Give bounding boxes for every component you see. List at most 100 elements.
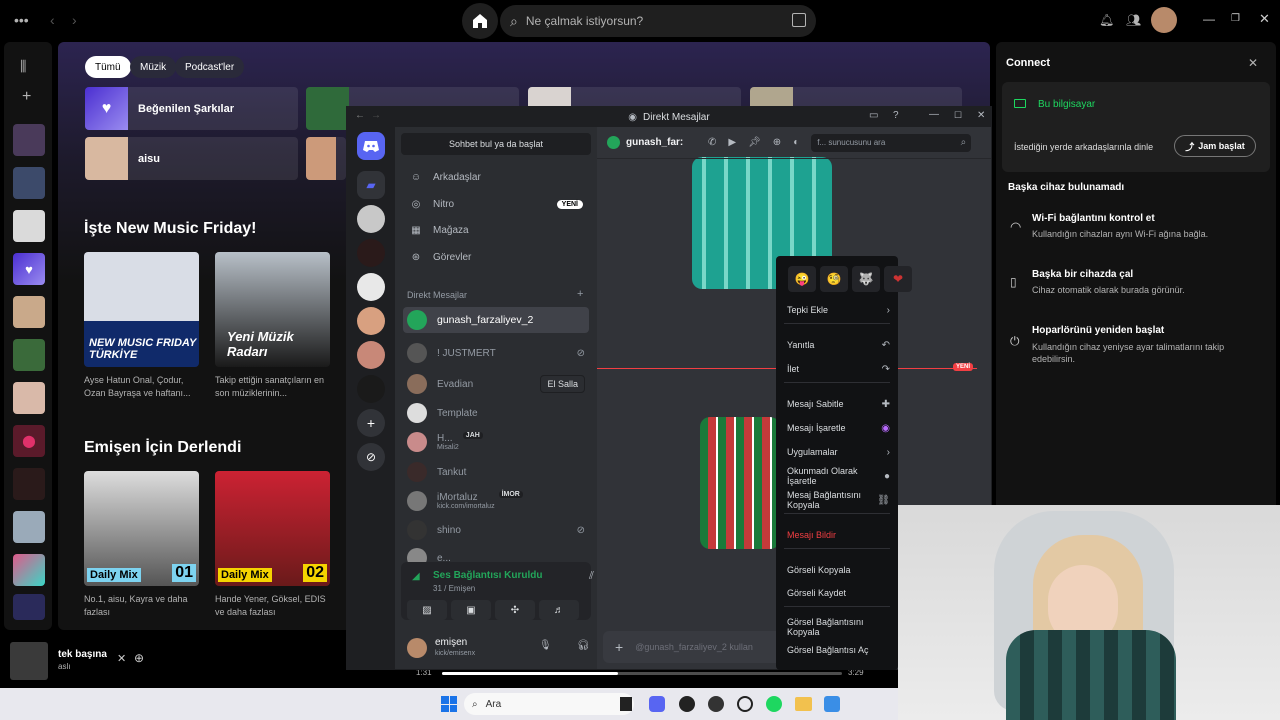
playlist-card[interactable]: NEW MUSIC FRIDAY TÜRKİYE Ayse Hatun Onal…: [84, 252, 199, 400]
dm-item[interactable]: iMortaluz kick.com/imortaluz İMOR: [403, 488, 589, 514]
folder-icon[interactable]: ▰: [357, 171, 385, 199]
server-icon[interactable]: [357, 375, 385, 403]
microphone-icon[interactable]: 🎙︎: [539, 640, 552, 651]
chat-user-name[interactable]: gunash_far:: [626, 137, 698, 148]
library-item[interactable]: [13, 296, 45, 328]
server-search-input[interactable]: f... sunucusunu ara ⌕: [811, 133, 972, 152]
soundboard-button[interactable]: ♬: [539, 600, 579, 620]
folder-icon[interactable]: [795, 697, 812, 711]
playlist-card[interactable]: Yeni Müzik Radarı Takip ettiğin sanatçıl…: [215, 252, 330, 400]
menu-item[interactable]: Görsel Bağlantısı Aç: [787, 641, 890, 659]
library-item[interactable]: [13, 382, 45, 414]
nav-nitro[interactable]: ◎ Nitro YENİ: [409, 199, 583, 210]
filter-podcasts[interactable]: Podcast'ler: [175, 56, 245, 78]
library-item[interactable]: [13, 124, 45, 156]
plus-icon[interactable]: +: [577, 288, 583, 300]
browse-icon[interactable]: [792, 13, 806, 27]
menu-item[interactable]: İlet ↷: [787, 360, 890, 378]
dm-item[interactable]: ! JUSTMERT ⊘: [403, 340, 589, 366]
app-icon[interactable]: [708, 696, 724, 712]
daily-mix-card[interactable]: Daily Mix 01 No.1, aisu, Kayra ve daha f…: [84, 471, 199, 619]
close-icon[interactable]: ✕: [1248, 56, 1258, 70]
dm-item[interactable]: H... Misali2 JAH: [403, 429, 589, 455]
forward-arrow-icon[interactable]: →: [371, 110, 381, 121]
shirt-image[interactable]: [700, 417, 780, 549]
nav-quests[interactable]: ⊛ Görevler: [409, 252, 472, 263]
back-arrow-icon[interactable]: ←: [355, 110, 365, 121]
camera-off-button[interactable]: ▨: [407, 600, 447, 620]
menu-item[interactable]: Görseli Kaydet: [787, 584, 890, 602]
add-icon[interactable]: ⊕: [134, 651, 144, 665]
minimize-icon[interactable]: —: [1203, 12, 1215, 26]
dm-item[interactable]: Tankut: [403, 459, 589, 485]
menu-item[interactable]: Tepki Ekle ›: [787, 301, 890, 319]
bell-icon[interactable]: 🔔︎: [1099, 13, 1114, 27]
app-icon[interactable]: [620, 697, 632, 711]
menu-item[interactable]: Okunmadı Olarak İşaretle ●: [787, 466, 890, 486]
app-icon[interactable]: [679, 696, 695, 712]
activities-button[interactable]: ✣: [495, 600, 535, 620]
menu-item[interactable]: Yanıtla ↶: [787, 336, 890, 354]
jam-button[interactable]: ⤴ Jam başlat: [1174, 135, 1256, 157]
server-icon[interactable]: [357, 239, 385, 267]
inbox-icon[interactable]: ▭: [869, 110, 878, 121]
windows-start-icon[interactable]: [441, 696, 457, 712]
library-icon[interactable]: ⫼: [20, 58, 26, 75]
daily-mix-card[interactable]: Daily Mix 02 Hande Yener, Göksel, EDIS v…: [215, 471, 330, 619]
server-icon[interactable]: [357, 205, 385, 233]
library-item[interactable]: [13, 554, 45, 586]
library-item[interactable]: ⬤: [13, 425, 45, 457]
dm-item[interactable]: shino ⊘: [403, 517, 589, 543]
library-item[interactable]: [13, 210, 45, 242]
help-icon[interactable]: ?: [893, 110, 899, 121]
spotify-app-icon[interactable]: [766, 696, 782, 712]
close-icon[interactable]: ✕: [1259, 11, 1270, 27]
user-avatar[interactable]: [407, 638, 427, 658]
menu-item[interactable]: Mesajı İşaretle ◉: [787, 419, 890, 437]
reaction-emoji-1[interactable]: 😜: [788, 266, 816, 292]
forward-arrow-icon[interactable]: ›: [72, 12, 77, 28]
menu-item[interactable]: Mesajı Bildir: [787, 526, 890, 544]
attach-plus-icon[interactable]: +: [615, 639, 623, 655]
screen-share-button[interactable]: ▣: [451, 600, 491, 620]
menu-item[interactable]: Mesaj Bağlantısını Kopyala ⛓: [787, 490, 890, 510]
shortcut-tile[interactable]: [306, 137, 346, 180]
menu-item[interactable]: Uygulamalar ›: [787, 443, 890, 461]
server-icon[interactable]: [357, 273, 385, 301]
nav-shop[interactable]: ▦ Mağaza: [409, 225, 468, 236]
shortcut-liked-songs[interactable]: ♥ Beğenilen Şarkılar: [85, 87, 298, 130]
menu-dots-icon[interactable]: •••: [14, 12, 29, 28]
liked-songs-item[interactable]: ♥: [13, 253, 45, 285]
profile-icon[interactable]: ◐: [793, 137, 799, 148]
library-item[interactable]: [13, 339, 45, 371]
app-icon[interactable]: [824, 696, 840, 712]
headphones-icon[interactable]: 🎧︎: [577, 640, 590, 651]
library-item[interactable]: [13, 511, 45, 543]
noise-suppression-icon[interactable]: ⫽: [589, 570, 594, 583]
progress-bar[interactable]: [442, 672, 842, 675]
find-conversation-input[interactable]: Sohbet bul ya da başlat: [401, 133, 591, 155]
pin-icon[interactable]: 📌︎: [748, 137, 761, 148]
server-icon[interactable]: [357, 341, 385, 369]
call-icon[interactable]: ✆: [708, 137, 716, 148]
reaction-emoji-4[interactable]: ❤: [884, 266, 912, 292]
maximize-icon[interactable]: ☐: [954, 110, 962, 121]
friends-icon[interactable]: 👥︎: [1126, 13, 1141, 27]
chatgpt-icon[interactable]: [737, 696, 753, 712]
add-server-icon[interactable]: +: [357, 409, 385, 437]
shortcut-aisu[interactable]: aisu: [85, 137, 298, 180]
library-item[interactable]: [13, 468, 45, 500]
now-playing-art[interactable]: [10, 642, 48, 680]
reaction-emoji-2[interactable]: 🧐: [820, 266, 848, 292]
add-friend-icon[interactable]: ⊕: [773, 137, 781, 148]
library-item[interactable]: [13, 594, 45, 620]
server-icon[interactable]: [357, 307, 385, 335]
dm-item[interactable]: Template: [403, 400, 589, 426]
maximize-icon[interactable]: ❐: [1231, 13, 1240, 24]
discover-icon[interactable]: ⊘: [357, 443, 385, 471]
library-item[interactable]: [13, 167, 45, 199]
menu-item[interactable]: Görseli Kopyala: [787, 561, 890, 579]
filter-all[interactable]: Tümü: [85, 56, 131, 78]
dm-item[interactable]: gunash_farzaliyev_2: [403, 307, 589, 333]
menu-item[interactable]: Görsel Bağlantısını Kopyala: [787, 617, 890, 637]
